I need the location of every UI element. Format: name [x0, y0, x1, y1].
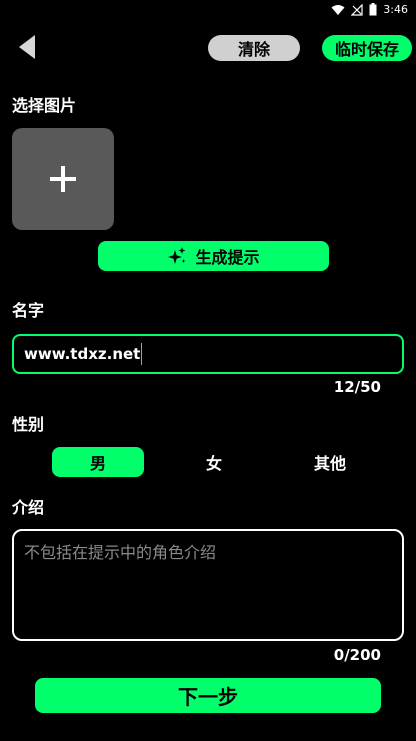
- name-section-label: 名字: [12, 301, 45, 320]
- name-char-counter: 12/50: [333, 378, 381, 396]
- image-section-label: 选择图片: [12, 96, 77, 115]
- intro-textarea[interactable]: 不包括在提示中的角色介绍: [12, 529, 404, 641]
- back-arrow-icon: [19, 35, 35, 59]
- intro-section-label: 介绍: [12, 498, 45, 517]
- gender-option-other[interactable]: 其他: [284, 447, 376, 477]
- intro-char-counter: 0/200: [333, 646, 381, 664]
- status-bar: 3:46: [0, 0, 416, 22]
- sparkle-icon: [168, 247, 186, 264]
- temp-save-button[interactable]: 临时保存: [322, 35, 412, 61]
- back-button[interactable]: [14, 33, 40, 61]
- gender-section-label: 性别: [12, 415, 45, 434]
- clear-button[interactable]: 清除: [208, 35, 300, 61]
- screen: 3:46 清除 临时保存 选择图片 生成提示 名字 www.tdxz.net 1…: [0, 0, 416, 741]
- status-time: 3:46: [383, 3, 408, 16]
- next-step-button[interactable]: 下一步: [35, 678, 381, 713]
- generate-prompt-label: 生成提示: [195, 248, 260, 267]
- name-input-value: www.tdxz.net: [24, 345, 141, 363]
- gender-option-male[interactable]: 男: [52, 447, 144, 477]
- gender-option-female[interactable]: 女: [168, 447, 260, 477]
- battery-icon: [369, 3, 377, 16]
- generate-prompt-button[interactable]: 生成提示: [98, 241, 329, 271]
- status-icons: 3:46: [331, 3, 408, 16]
- intro-placeholder: 不包括在提示中的角色介绍: [24, 543, 217, 562]
- wifi-icon: [331, 4, 345, 15]
- signal-icon: [351, 3, 363, 16]
- name-input[interactable]: www.tdxz.net: [12, 334, 404, 374]
- text-caret: [141, 343, 143, 365]
- image-picker[interactable]: [12, 128, 114, 230]
- plus-icon: [50, 166, 76, 192]
